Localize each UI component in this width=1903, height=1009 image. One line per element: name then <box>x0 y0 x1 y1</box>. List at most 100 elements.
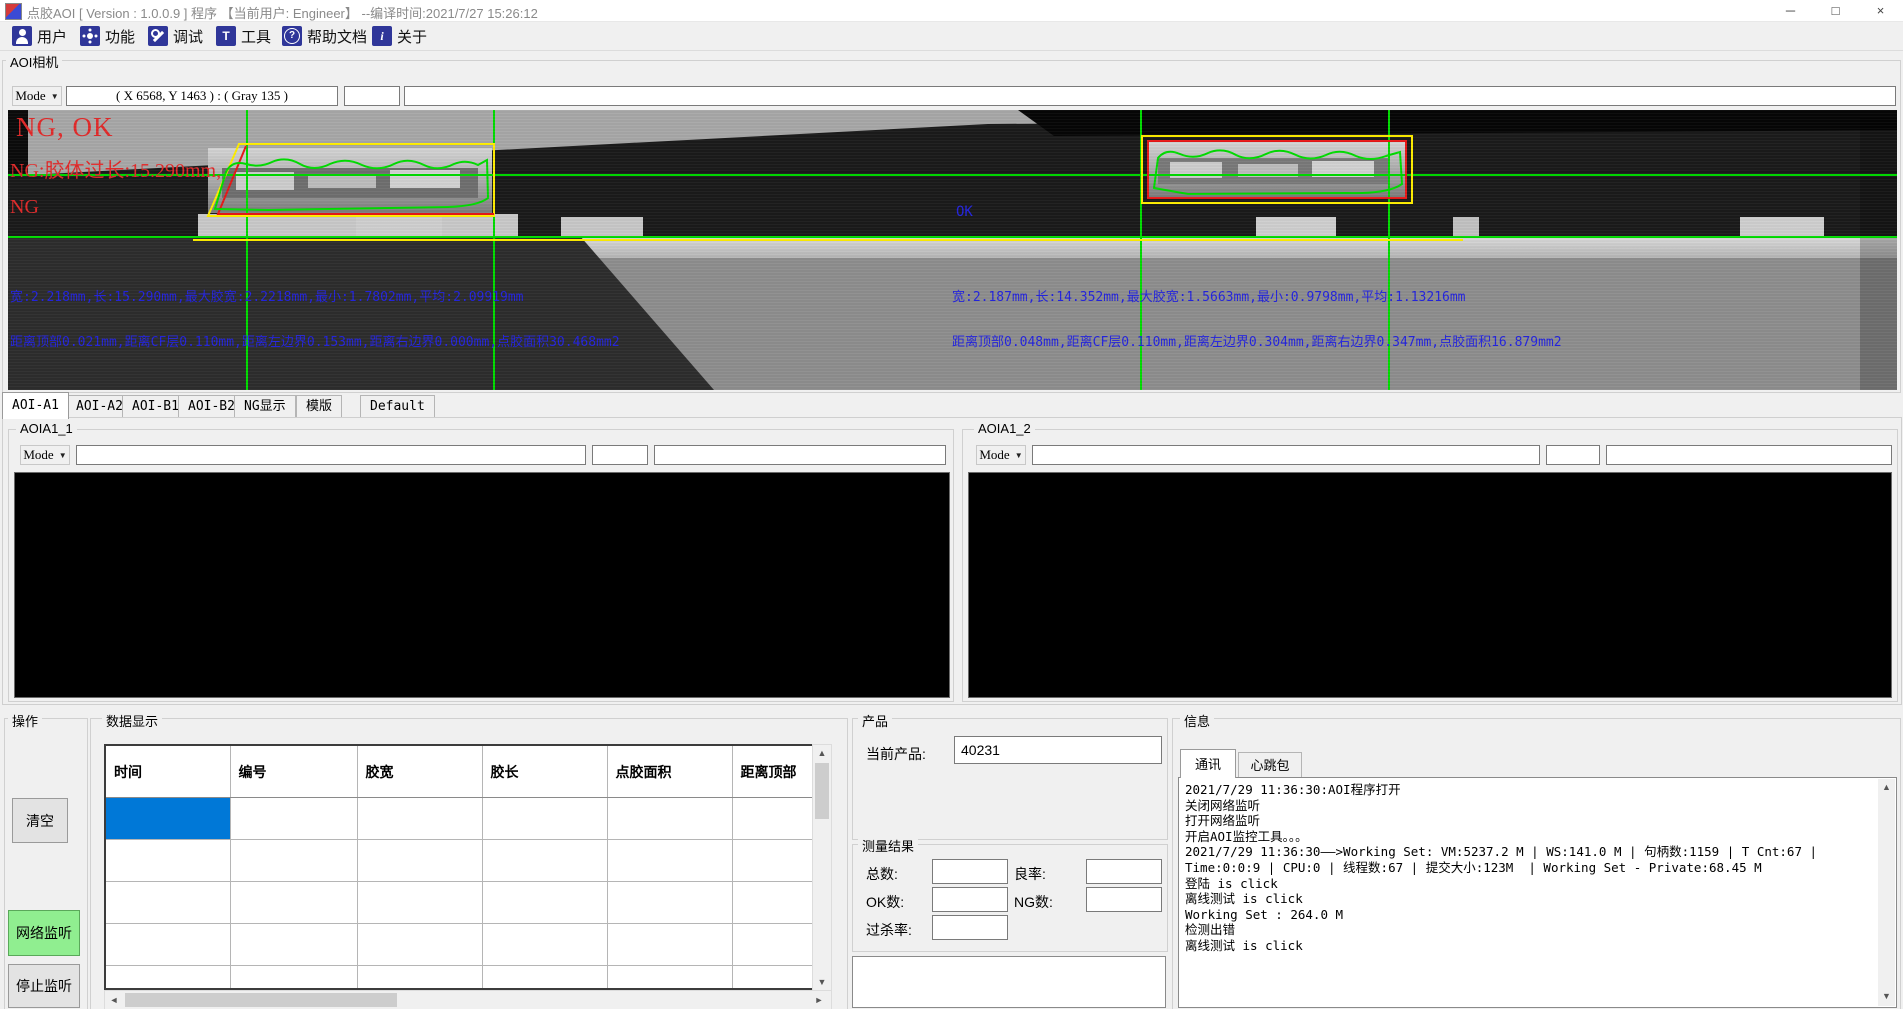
aoi-panel2-mode-dropdown[interactable]: Mode▼ <box>976 445 1026 465</box>
total-label: 总数: <box>866 864 898 884</box>
log-line: 2021/7/29 11:36:30——>Working Set: VM:523… <box>1185 844 1874 860</box>
hscroll-thumb[interactable] <box>125 993 397 1007</box>
left-measure-line1: 宽:2.218mm,长:15.290mm,最大胶宽:2.2218mm,最小:1.… <box>10 286 524 305</box>
right-measure-line2: 距离顶部0.048mm,距离CF层0.110mm,距离左边界0.304mm,距离… <box>952 331 1562 350</box>
aoi-panel2-label: AOIA1_2 <box>974 421 1035 436</box>
help-icon: ? <box>282 26 302 46</box>
right-measure-line1: 宽:2.187mm,长:14.352mm,最大胶宽:1.5663mm,最小:0.… <box>952 286 1466 305</box>
log-line: 打开网络监听 <box>1185 813 1874 829</box>
results-group-label: 测量结果 <box>858 836 918 855</box>
menu-function[interactable]: 功能 <box>76 24 139 48</box>
tab-template[interactable]: 模版 <box>296 395 342 418</box>
wrench-icon <box>148 26 168 46</box>
app-icon <box>5 3 22 20</box>
ng-count-input[interactable] <box>1086 887 1162 912</box>
menu-help[interactable]: ? 帮助文档 <box>278 24 371 48</box>
log-line: 离线测试 is click <box>1185 938 1874 954</box>
stop-listen-button[interactable]: 停止监听 <box>8 964 80 1008</box>
app-window: 点胶AOI [ Version : 1.0.0.9 ] 程序 【当前用户: En… <box>0 0 1903 1009</box>
aoi-panel1-field-1[interactable] <box>76 445 586 465</box>
aoi-panel1-label: AOIA1_1 <box>16 421 77 436</box>
aoi-panel1-image[interactable] <box>14 472 950 698</box>
log-line: 登陆 is click <box>1185 876 1874 892</box>
overkill-input[interactable] <box>932 915 1008 940</box>
log-line: 开启AOI监控工具。。。 <box>1185 829 1874 845</box>
ng-flag-text: NG <box>10 196 39 219</box>
aoi-panel2-field-1[interactable] <box>1032 445 1540 465</box>
table-header-row: 时间 编号 胶宽 胶长 点胶面积 距离顶部 <box>106 746 830 798</box>
col-glue-area[interactable]: 点胶面积 <box>607 746 732 798</box>
ok-count-input[interactable] <box>932 887 1008 912</box>
camera-field-2[interactable] <box>344 86 400 106</box>
aoi-panel1-field-2[interactable] <box>592 445 648 465</box>
maximize-button[interactable]: □ <box>1813 0 1858 21</box>
tab-ng-display[interactable]: NG显示 <box>234 395 296 418</box>
table-vscrollbar[interactable]: ▲ ▼ <box>812 744 832 992</box>
scroll-down-icon[interactable]: ▼ <box>1878 991 1895 1001</box>
info-icon: i <box>372 26 392 46</box>
title-bar: 点胶AOI [ Version : 1.0.0.9 ] 程序 【当前用户: En… <box>0 0 1903 22</box>
camera-group-label: AOI相机 <box>6 52 62 71</box>
col-glue-width[interactable]: 胶宽 <box>357 746 482 798</box>
ok-count-label: OK数: <box>866 892 904 912</box>
minimize-button[interactable]: ─ <box>1768 0 1813 21</box>
network-listen-button[interactable]: 网络监听 <box>8 910 80 956</box>
image-bright-strip-left <box>198 214 518 236</box>
tab-default[interactable]: Default <box>360 395 435 418</box>
chevron-down-icon: ▼ <box>1015 451 1023 460</box>
aoi-panel1-mode-dropdown[interactable]: Mode▼ <box>20 445 70 465</box>
gear-icon <box>80 26 100 46</box>
col-glue-length[interactable]: 胶长 <box>482 746 607 798</box>
chevron-down-icon: ▼ <box>59 451 67 460</box>
menu-user[interactable]: 用户 <box>8 24 71 48</box>
log-line: 检测出错 <box>1185 922 1874 938</box>
aoi-panel2-field-3[interactable] <box>1606 445 1892 465</box>
comm-log-panel[interactable]: 2021/7/29 11:36:30:AOI程序打开 关闭网络监听 打开网络监听… <box>1178 777 1897 1008</box>
scroll-left-icon[interactable]: ◄ <box>108 995 120 1005</box>
clear-button[interactable]: 清空 <box>12 798 68 843</box>
camera-coordinate-readout[interactable]: ( X 6568, Y 1463 ) : ( Gray 135 ) <box>66 86 338 106</box>
table-row <box>106 924 830 966</box>
current-product-label: 当前产品: <box>866 744 926 764</box>
menu-tools[interactable]: T 工具 <box>212 24 275 48</box>
current-product-input[interactable]: 40231 <box>954 736 1162 764</box>
camera-field-3[interactable] <box>404 86 1896 106</box>
image-bright-strip <box>578 236 1897 258</box>
yield-input[interactable] <box>1086 859 1162 884</box>
close-button[interactable]: × <box>1858 0 1903 21</box>
selected-cell[interactable] <box>106 798 230 840</box>
scroll-right-icon[interactable]: ► <box>813 995 825 1005</box>
camera-image-viewport[interactable]: NG, OK NG:胶体过长:15.290mm, NG OK 宽:2.218mm… <box>8 110 1897 390</box>
table-row <box>106 882 830 924</box>
tab-aoi-a1[interactable]: AOI-A1 <box>2 392 69 419</box>
ng-reason-text: NG:胶体过长:15.290mm, <box>10 154 221 183</box>
vscroll-thumb[interactable] <box>815 763 829 819</box>
table-hscrollbar[interactable]: ◄ ► <box>104 990 832 1009</box>
product-note-panel <box>852 956 1166 1008</box>
log-line: Working Set : 264.0 M <box>1185 907 1874 923</box>
col-time[interactable]: 时间 <box>106 746 230 798</box>
tab-heartbeat[interactable]: 心跳包 <box>1238 752 1302 778</box>
data-table-group-label: 数据显示 <box>102 711 162 730</box>
main-toolbar: 用户 功能 调试 T 工具 ? 帮助文档 i 关于 <box>0 22 1903 51</box>
window-title: 点胶AOI [ Version : 1.0.0.9 ] 程序 【当前用户: En… <box>27 3 538 22</box>
table-row <box>106 798 830 840</box>
total-input[interactable] <box>932 859 1008 884</box>
menu-debug[interactable]: 调试 <box>144 24 207 48</box>
ng-count-label: NG数: <box>1014 892 1053 912</box>
scroll-down-icon[interactable]: ▼ <box>813 977 831 987</box>
scroll-up-icon[interactable]: ▲ <box>1878 782 1895 792</box>
ok-flag-text: OK <box>956 204 973 220</box>
camera-mode-dropdown[interactable]: Mode▼ <box>12 86 62 106</box>
chevron-down-icon: ▼ <box>51 92 59 101</box>
image-bottomleft-wedge <box>8 236 728 390</box>
aoi-panel2-image[interactable] <box>968 472 1892 698</box>
scroll-up-icon[interactable]: ▲ <box>813 748 831 758</box>
menu-about[interactable]: i 关于 <box>368 24 431 48</box>
aoi-panel1-field-3[interactable] <box>654 445 946 465</box>
aoi-panel2-field-2[interactable] <box>1546 445 1600 465</box>
col-id[interactable]: 编号 <box>230 746 357 798</box>
tab-comm[interactable]: 通讯 <box>1180 749 1236 778</box>
image-right-shade <box>1860 118 1897 390</box>
log-vscrollbar[interactable]: ▲ ▼ <box>1878 779 1895 1006</box>
